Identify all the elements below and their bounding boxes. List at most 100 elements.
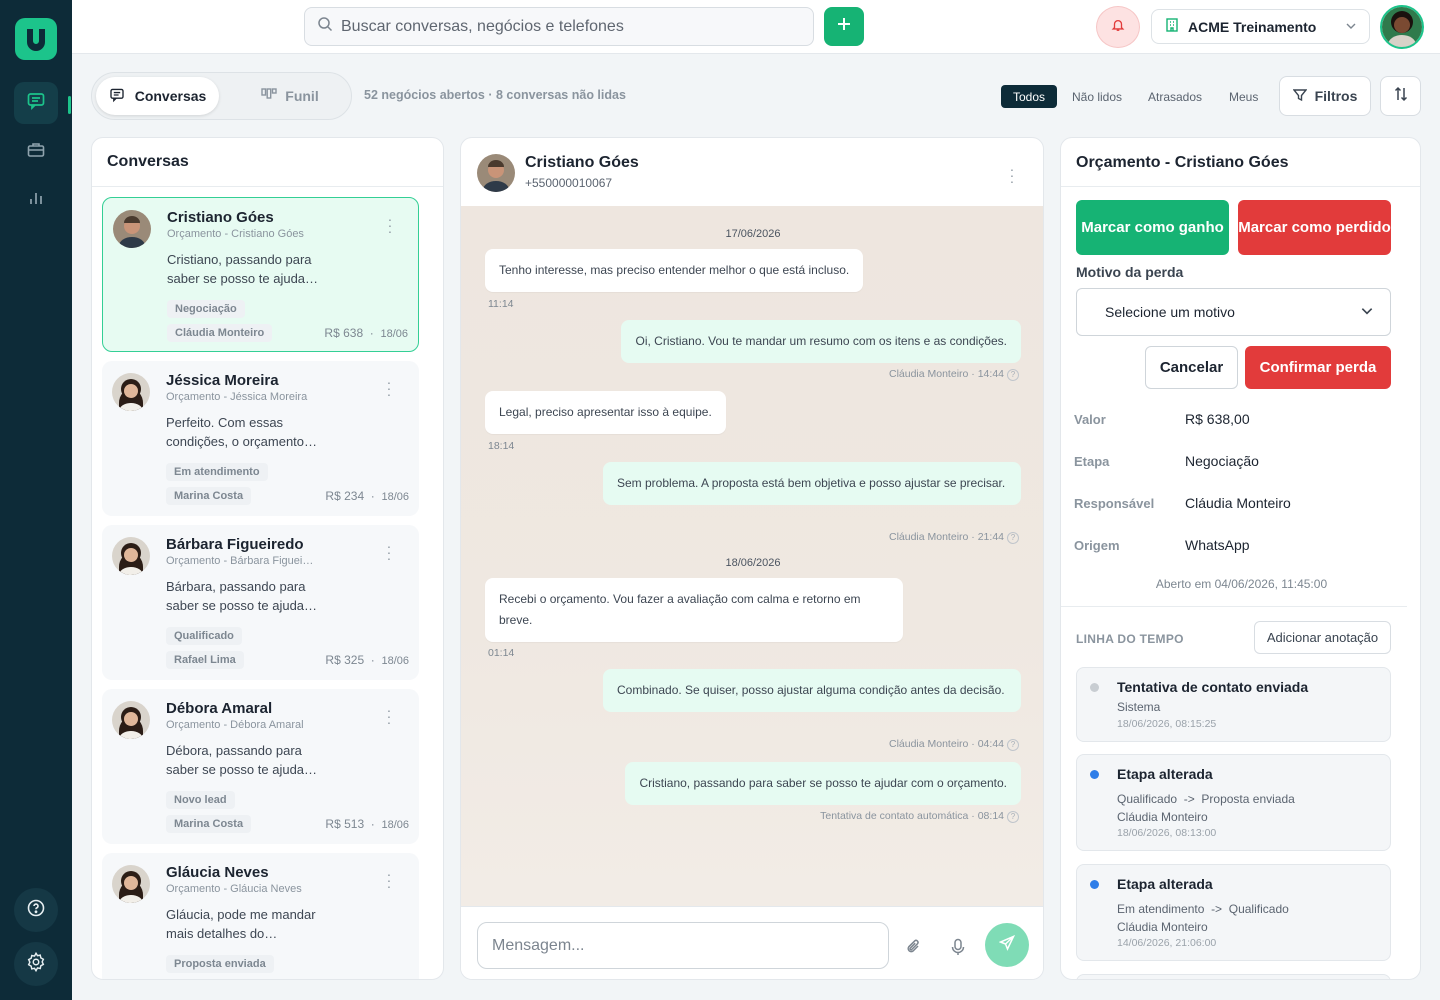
message-time: 08:14 <box>977 810 1004 822</box>
filter-nao-lidos[interactable]: Não lidos <box>1060 85 1134 108</box>
message-preview: Débora, passando para saber se posso te … <box>166 743 318 777</box>
deal-amount: R$ 638 <box>324 326 364 340</box>
timeline-dot <box>1090 683 1099 692</box>
filter-meus[interactable]: Meus <box>1217 85 1270 108</box>
send-button[interactable] <box>985 923 1029 967</box>
user-avatar[interactable] <box>1380 5 1424 49</box>
app-logo[interactable] <box>15 18 57 60</box>
opened-at: Aberto em 04/06/2026, 11:45:00 <box>1155 577 1328 591</box>
paperclip-icon[interactable] <box>905 938 923 961</box>
bar-chart-icon <box>26 188 46 213</box>
field-value: Negociação <box>1185 453 1259 469</box>
divider <box>1061 606 1407 607</box>
deal-date: 18/06 <box>381 819 409 831</box>
owner-tag: Marina Costa <box>166 487 252 505</box>
nav-conversations[interactable] <box>14 82 58 124</box>
tab-conversas-label: Conversas <box>134 88 207 104</box>
message-time: 01:14 <box>488 647 515 659</box>
owner-tag: Rafael Lima <box>166 651 244 669</box>
notifications-button[interactable] <box>1096 6 1140 48</box>
filter-atrasados[interactable]: Atrasados <box>1136 85 1214 108</box>
stage-tag: Em atendimento <box>166 463 268 481</box>
deal-date: 18/06 <box>380 328 408 340</box>
deal-date: 18/06 <box>381 655 409 667</box>
field-value: Cláudia Monteiro <box>1185 495 1291 511</box>
deal-amount-date: R$ 513 · 18/06 <box>325 817 409 831</box>
more-icon[interactable]: · · · <box>384 703 394 729</box>
add-note-button[interactable]: Adicionar anotação <box>1254 621 1391 654</box>
more-icon[interactable]: · · · <box>1007 162 1017 188</box>
tab-funil[interactable]: Funil <box>240 77 340 115</box>
filters-button[interactable]: Filtros <box>1279 76 1371 116</box>
mark-lost-button[interactable]: Marcar como perdido <box>1238 200 1391 255</box>
company-selector[interactable]: ACME Treinamento <box>1151 9 1370 44</box>
deal-panel: Orçamento - Cristiano Góes Marcar como g… <box>1060 137 1421 980</box>
new-button[interactable] <box>824 7 864 46</box>
more-icon[interactable]: · · · <box>384 867 394 893</box>
date-separator: 17/06/2026 <box>725 228 781 240</box>
filter-todos[interactable]: Todos <box>1001 85 1058 108</box>
message-outgoing: Combinado. Se quiser, posso ajustar algu… <box>603 669 1021 712</box>
cancel-button[interactable]: Cancelar <box>1145 346 1238 389</box>
search-input[interactable] <box>341 17 781 36</box>
conversation-card[interactable]: Débora Amaral Orçamento - Débora Amaral Dé… <box>102 689 419 844</box>
settings-button[interactable] <box>14 942 58 986</box>
contact-name: Gláucia Neves <box>166 864 269 881</box>
stage-tag: Proposta enviada <box>166 955 274 973</box>
timeline-date: 14/06/2026, 21:06:00 <box>1117 937 1217 949</box>
deal-name: Orçamento - Cristiano Góes <box>167 228 304 240</box>
search-bar[interactable] <box>304 7 814 46</box>
mark-won-button[interactable]: Marcar como ganho <box>1076 200 1229 255</box>
nav-reports[interactable] <box>14 179 58 221</box>
stage-from: Qualificado <box>1117 792 1178 806</box>
filter-icon <box>1292 88 1308 105</box>
conversation-card[interactable]: Gláucia Neves Orçamento - Gláucia Neves Gl… <box>102 853 419 979</box>
chat-icon <box>26 91 46 116</box>
help-button[interactable] <box>14 888 58 932</box>
sort-button[interactable] <box>1380 76 1421 116</box>
timeline-author: Cláudia Monteiro <box>1117 810 1208 824</box>
conversation-card[interactable]: Cristiano Góes Orçamento - Cristiano Góes… <box>102 197 419 352</box>
deal-amount: R$ 234 <box>325 489 365 503</box>
briefcase-icon <box>26 140 46 165</box>
timeline-dot <box>1090 770 1099 779</box>
message-area[interactable]: 17/06/2026 Tenho interesse, mas preciso … <box>461 206 1043 906</box>
confirm-loss-button[interactable]: Confirmar perda <box>1245 346 1391 389</box>
stage-arrow: -> <box>1211 902 1223 916</box>
avatar <box>112 373 150 411</box>
sort-arrows-icon <box>1394 86 1408 107</box>
contact-name: Cristiano Góes <box>167 209 274 226</box>
more-icon[interactable]: · · · <box>384 539 394 565</box>
message-meta: Cláudia Monteiro · 14:44? <box>889 368 1019 381</box>
message-meta: Cláudia Monteiro · 04:44? <box>889 738 1019 751</box>
conversation-card[interactable]: Jéssica Moreira Orçamento - Jéssica Morei… <box>102 361 419 516</box>
message-input[interactable] <box>477 922 889 969</box>
info-icon: ? <box>1007 811 1019 823</box>
message-meta: Tentativa de contato automática · 08:14? <box>820 810 1019 823</box>
nav-deals[interactable] <box>14 131 58 173</box>
timeline-stage-change: Qualificado -> Proposta enviada <box>1117 792 1295 806</box>
microphone-icon[interactable] <box>950 938 966 961</box>
deal-name: Orçamento - Gláucia Neves <box>166 883 302 895</box>
divider <box>1061 186 1420 187</box>
message-time: 18:14 <box>488 440 515 452</box>
timeline-item: Etapa alterada Qualificado -> Proposta e… <box>1076 754 1391 851</box>
tab-conversas[interactable]: Conversas <box>96 77 219 115</box>
timeline-title: Etapa alterada <box>1117 766 1213 782</box>
info-icon: ? <box>1007 369 1019 381</box>
message-preview: Bárbara, passando para saber se posso te… <box>166 579 318 613</box>
message-author: Cláudia Monteiro <box>888 368 969 380</box>
more-icon[interactable]: · · · <box>384 375 394 401</box>
message-outgoing: Oi, Cristiano. Vou te mandar um resumo c… <box>621 320 1021 363</box>
more-icon[interactable]: · · · <box>385 212 395 238</box>
conversations-panel: Conversas Cristiano Góes Orçamento - Cris… <box>91 137 444 980</box>
avatar <box>112 537 150 575</box>
reason-select[interactable]: Selecione um motivo <box>1076 288 1391 336</box>
avatar <box>112 701 150 739</box>
conversation-card[interactable]: Bárbara Figueiredo Orçamento - Bárbara Fi… <box>102 525 419 680</box>
message-time: 11:14 <box>488 298 514 310</box>
field-label: Origem <box>1074 538 1120 553</box>
stage-tag: Negociação <box>167 300 245 318</box>
deal-date: 18/06 <box>381 491 409 503</box>
bell-icon <box>1111 18 1125 37</box>
